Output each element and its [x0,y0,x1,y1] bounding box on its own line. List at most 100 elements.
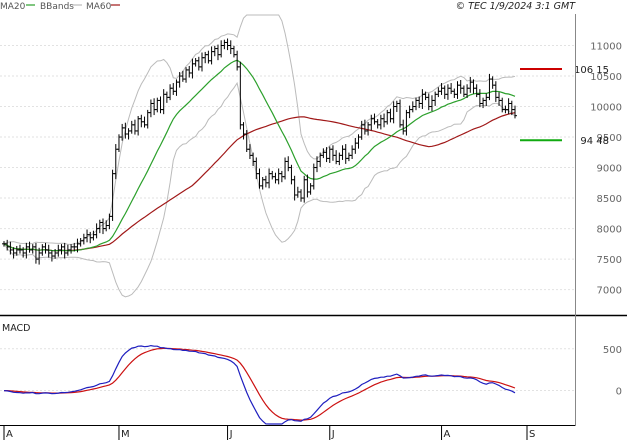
price-bar [273,172,278,184]
legend: MA20 BBands MA60 [0,2,120,12]
price-y-tick-label: 9000 [597,164,622,175]
price-bar [177,72,182,88]
price-bar [158,96,163,114]
annotation-label: 106 15 [574,65,609,76]
price-bar [228,40,233,55]
price-bar [369,114,374,131]
price-bar [46,244,51,258]
price-panel: 700075008000850090009500100001050011000 … [0,13,622,315]
price-bar [420,89,425,109]
price-y-tick-label: 11000 [590,42,622,53]
price-bar [139,114,144,128]
price-bar [372,113,377,125]
x-tick-label: M [121,429,130,440]
macd-line [3,344,516,425]
price-bar [449,83,454,95]
bband-upper-line [3,14,516,245]
price-bar [407,105,412,119]
bband-lower-line [3,81,516,298]
price-bar [225,38,230,51]
price-bar [142,116,147,128]
price-bar [94,223,99,239]
legend-bbands-label: BBands [40,2,74,12]
price-bar [286,156,291,172]
price-bar [148,99,153,118]
price-y-tick-label: 8500 [597,194,622,205]
macd-y-ticks: 0 500 [603,345,622,398]
price-bar [155,97,160,113]
price-bar [161,89,166,115]
price-bar [215,44,220,61]
price-bar [343,144,348,164]
price-frame [0,13,576,315]
price-bar [429,95,434,112]
price-bar [97,219,102,234]
price-bar [69,244,74,254]
price-bar [458,79,463,94]
price-bar [487,73,492,101]
price-bar [101,218,106,235]
price-bar [318,152,323,167]
price-bar [14,245,19,256]
price-bar [126,128,131,140]
price-y-tick-label: 7500 [597,255,622,266]
price-bar [356,134,361,149]
price-bar [299,189,304,202]
price-bar [452,88,457,98]
price-bar [43,242,48,254]
price-bar [209,46,214,65]
macd-panel: MACD 0 500 [0,323,622,425]
price-bar [401,119,406,135]
price-bar [231,45,236,58]
price-bar [196,56,201,71]
price-y-tick-label: 8000 [597,225,622,236]
price-bar [382,113,387,128]
price-bar [426,93,431,111]
stock-chart: MA20 BBands MA60 © TEC 1/9/2024 3:1 GMT … [0,1,627,440]
price-bar [413,97,418,111]
price-bar [468,76,473,93]
copyright-header: © TEC 1/9/2024 3:1 GMT [456,1,577,12]
x-tick-label: A [6,429,13,440]
price-bar [500,97,505,113]
price-bar [330,145,335,161]
legend-ma60-label: MA60 [86,2,112,12]
price-bar [455,81,460,99]
price-bar [484,93,489,106]
price-bar [238,61,243,130]
macd-signal-line [4,347,516,421]
price-bar [353,137,358,154]
price-bar [212,45,217,57]
price-bar [394,100,399,113]
price-bar [308,183,313,195]
price-bar [378,114,383,130]
price-bar [404,109,409,136]
price-bar [171,83,176,95]
price-bar [433,91,438,106]
price-bar [513,105,517,119]
price-bar [129,120,134,134]
price-bar [222,39,227,50]
price-y-tick-label: 7000 [597,286,622,297]
price-bar [81,233,86,245]
price-bar [263,175,268,188]
price-bar [219,40,224,58]
price-bar [203,51,208,64]
legend-ma20-label: MA20 [0,2,26,12]
x-axis-ticks: AMJJAS [3,426,535,440]
price-bar [346,152,351,162]
price-bar [206,50,211,64]
price-bar [110,169,115,221]
price-y-ticks: 700075008000850090009500100001050011000 [590,42,622,297]
price-bar [193,58,198,67]
price-bar [334,150,339,165]
price-bar [340,145,345,160]
price-bar [477,89,482,108]
price-bar [461,85,466,98]
price-bar [366,122,371,136]
annotation-label: 94 48 [580,136,609,147]
price-bar [337,152,342,166]
x-tick-label: J [229,429,233,440]
price-bar [33,242,38,264]
price-bar [375,119,380,129]
